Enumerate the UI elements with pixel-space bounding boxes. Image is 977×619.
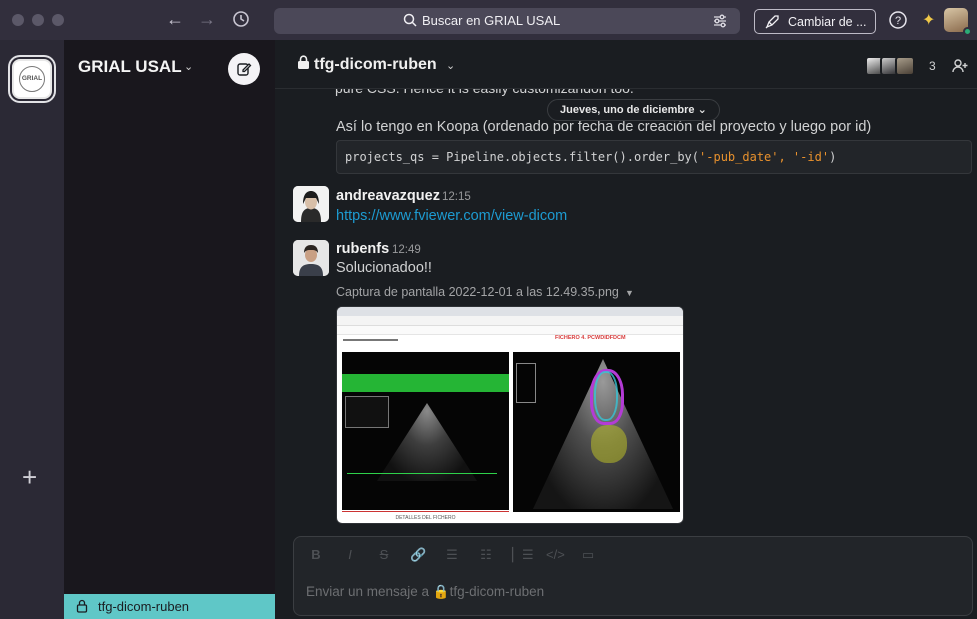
code-args: '-pub_date', '-id' <box>699 150 830 164</box>
sidebar-item-tfg-dicom-ruben[interactable]: tfg-dicom-ruben <box>64 594 275 619</box>
upgrade-label: Cambiar de ... <box>788 15 867 29</box>
file-name[interactable]: Captura de pantalla 2022-12-01 a las 12.… <box>336 285 619 299</box>
filter-sliders-icon[interactable] <box>712 13 728 29</box>
avatar[interactable] <box>293 186 329 222</box>
chevron-down-icon: ⌄ <box>697 104 707 116</box>
online-status-icon <box>963 27 972 36</box>
echo-scale <box>516 363 536 403</box>
bulleted-list-icon[interactable]: ☷ <box>478 547 494 563</box>
segmentation-yellow <box>591 425 627 463</box>
echo-measure-table <box>345 396 389 428</box>
member-count[interactable]: 3 <box>929 59 936 73</box>
workspace-name[interactable]: GRIAL USAL <box>78 57 182 77</box>
message-author[interactable]: andreavazquez <box>336 188 440 204</box>
top-bar: ← → Buscar en GRIAL USAL Cambiar de ... … <box>0 0 977 40</box>
member-avatar <box>895 56 915 76</box>
rocket-icon <box>765 15 779 29</box>
ecg-trace <box>347 473 497 485</box>
strikethrough-icon[interactable]: S <box>376 547 392 563</box>
link-icon[interactable]: 🔗 <box>410 547 426 563</box>
caret-down-icon[interactable]: ▼ <box>625 288 634 298</box>
code-block: projects_qs = Pipeline.objects.filter().… <box>336 140 972 174</box>
message-link[interactable]: https://www.fviewer.com/view-dicom <box>336 208 567 224</box>
workspace-logo-text: GRIAL <box>19 66 45 92</box>
message-text: Solucionadoo!! <box>336 260 432 276</box>
search-placeholder: Buscar en GRIAL USAL <box>422 13 561 28</box>
lock-icon <box>76 599 88 613</box>
italic-icon[interactable]: I <box>342 547 358 563</box>
add-workspace-icon[interactable]: + <box>22 464 37 490</box>
minimize-window-button[interactable] <box>32 14 44 26</box>
screenshot-tab-strip <box>337 307 683 316</box>
message-text: Así lo tengo en Koopa (ordenado por fech… <box>336 119 872 135</box>
code-prefix: projects_qs = Pipeline.objects.filter().… <box>345 150 700 164</box>
screenshot-caption: DETALLES DEL FICHERO <box>342 511 509 523</box>
forward-arrow-icon[interactable]: → <box>196 8 218 30</box>
message-composer[interactable]: B I S 🔗 ☰ ☷ ▏☰ </> ▭ Enviar un mensaje a… <box>293 536 973 616</box>
lock-icon <box>298 55 309 69</box>
sidebar: GRIAL USAL ⌄ tfg-dicom-ruben <box>64 40 275 619</box>
channel-view: tfg-dicom-ruben ⌄ 3 pure CSS. Hence it i… <box>275 40 977 619</box>
echo-green-band <box>342 374 509 392</box>
search-icon <box>403 13 417 27</box>
format-toolbar: B I S 🔗 ☰ ☷ ▏☰ </> ▭ <box>308 547 596 563</box>
help-icon[interactable]: ? <box>888 10 908 30</box>
chevron-down-icon[interactable]: ⌄ <box>446 59 455 72</box>
svg-text:?: ? <box>895 15 901 27</box>
history-clock-icon[interactable] <box>230 8 252 30</box>
chevron-down-icon[interactable]: ⌄ <box>184 60 193 73</box>
screenshot-bookmarks <box>337 326 683 335</box>
compose-icon <box>237 63 252 76</box>
ordered-list-icon[interactable]: ☰ <box>444 547 460 563</box>
avatar[interactable] <box>293 240 329 276</box>
screenshot-url-bar <box>337 316 683 326</box>
date-divider[interactable]: Jueves, uno de diciembre ⌄ <box>547 99 720 121</box>
channel-header: tfg-dicom-ruben ⌄ 3 <box>275 40 977 89</box>
screenshot-progress <box>343 339 398 341</box>
back-arrow-icon[interactable]: ← <box>164 8 186 30</box>
message-input-placeholder[interactable]: Enviar un mensaje a 🔒tfg-dicom-ruben <box>306 584 544 600</box>
member-avatars[interactable] <box>865 56 915 76</box>
message-timestamp[interactable]: 12:49 <box>392 244 421 256</box>
code-suffix: ) <box>829 150 837 164</box>
maximize-window-button[interactable] <box>52 14 64 26</box>
segmentation-cyan <box>594 371 618 421</box>
compose-button[interactable] <box>228 53 260 85</box>
date-divider-label: Jueves, uno de diciembre <box>560 104 695 116</box>
code-line: projects_qs = Pipeline.objects.filter().… <box>345 150 836 164</box>
image-attachment[interactable]: FICHERO 4. PCWDIDFDCM DETALLES DEL FICHE… <box>336 306 684 524</box>
message-timestamp[interactable]: 12:15 <box>442 191 471 203</box>
bold-icon[interactable]: B <box>308 547 324 563</box>
window-controls <box>12 14 64 26</box>
code-block-icon[interactable]: ▭ <box>580 547 596 563</box>
sidebar-item-label: tfg-dicom-ruben <box>98 599 190 614</box>
code-icon[interactable]: </> <box>546 547 565 563</box>
add-member-icon[interactable] <box>951 57 969 75</box>
channel-title[interactable]: tfg-dicom-ruben <box>314 56 437 74</box>
upgrade-button[interactable]: Cambiar de ... <box>754 9 876 34</box>
search-input[interactable]: Buscar en GRIAL USAL <box>274 8 740 34</box>
blockquote-icon[interactable]: ▏☰ <box>512 547 534 563</box>
close-window-button[interactable] <box>12 14 24 26</box>
sparkle-icon[interactable]: ✦ <box>922 10 935 30</box>
workspace-logo[interactable]: GRIAL <box>12 59 52 99</box>
workspace-rail: GRIAL + <box>0 40 64 619</box>
message-author[interactable]: rubenfs <box>336 241 389 257</box>
screenshot-title: FICHERO 4. PCWDIDFDCM <box>555 335 626 341</box>
